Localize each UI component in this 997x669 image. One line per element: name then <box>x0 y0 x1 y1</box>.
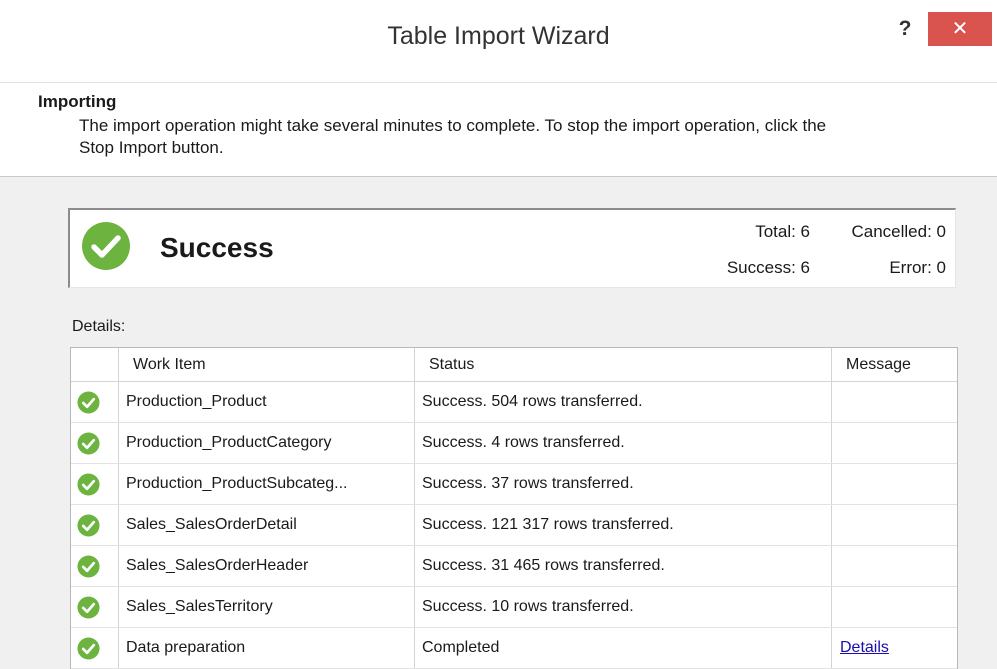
status-cell: Success. 4 rows transferred. <box>415 423 832 463</box>
check-circle-icon <box>77 391 100 414</box>
table-header: Work Item Status Message <box>71 348 957 382</box>
status-cell: Success. 121 317 rows transferred. <box>415 505 832 545</box>
table-body: Production_Product Success. 504 rows tran… <box>71 382 957 669</box>
header-description: The import operation might take several … <box>79 116 827 157</box>
message-cell: Details <box>832 628 957 668</box>
help-button[interactable]: ? <box>888 12 922 46</box>
row-status-cell <box>71 423 119 463</box>
check-circle-icon <box>77 473 100 496</box>
table-row[interactable]: Sales_SalesOrderHeader Success. 31 465 ro… <box>71 546 957 587</box>
title-bar: Table Import Wizard ? ✕ <box>0 0 997 82</box>
message-cell <box>832 587 957 627</box>
success-count: Success: 6 <box>726 258 810 277</box>
status-cell: Completed <box>415 628 832 668</box>
status-column-header[interactable]: Status <box>415 348 832 381</box>
table-row[interactable]: Production_Product Success. 504 rows tran… <box>71 382 957 423</box>
message-cell <box>832 546 957 586</box>
summary-status: Success <box>160 232 274 263</box>
details-label: Details: <box>72 318 126 335</box>
row-status-cell <box>71 546 119 586</box>
table-row[interactable]: Data preparation Completed Details <box>71 628 957 669</box>
details-table: Work Item Status Message Production_Prod… <box>70 347 958 669</box>
row-status-cell <box>71 464 119 504</box>
work-item-cell: Production_ProductSubcateg... <box>119 464 415 504</box>
status-cell: Success. 37 rows transferred. <box>415 464 832 504</box>
row-status-cell <box>71 587 119 627</box>
total-count: Total: 6 <box>755 222 810 241</box>
table-row[interactable]: Production_ProductCategory Success. 4 row… <box>71 423 957 464</box>
check-circle-icon <box>77 514 100 537</box>
check-circle-icon <box>82 222 130 270</box>
row-status-cell <box>71 505 119 545</box>
work-item-column-header[interactable]: Work Item <box>119 348 415 381</box>
table-row[interactable]: Sales_SalesOrderDetail Success. 121 317 r… <box>71 505 957 546</box>
work-item-cell: Production_Product <box>119 382 415 422</box>
status-cell: Success. 31 465 rows transferred. <box>415 546 832 586</box>
work-item-cell: Production_ProductCategory <box>119 423 415 463</box>
header-title: Importing <box>38 92 117 111</box>
work-item-cell: Data preparation <box>119 628 415 668</box>
check-circle-icon <box>77 432 100 455</box>
row-status-cell <box>71 382 119 422</box>
message-cell <box>832 423 957 463</box>
close-button[interactable]: ✕ <box>928 12 992 46</box>
table-row[interactable]: Production_ProductSubcateg... Success. 37… <box>71 464 957 505</box>
work-item-cell: Sales_SalesOrderHeader <box>119 546 415 586</box>
table-row[interactable]: Sales_SalesTerritory Success. 10 rows tra… <box>71 587 957 628</box>
message-column-header[interactable]: Message <box>832 348 957 381</box>
row-status-cell <box>71 628 119 668</box>
message-cell <box>832 382 957 422</box>
summary-panel: Success Total: 6 Cancelled: 0 Success: 6… <box>68 208 956 288</box>
icon-column-header[interactable] <box>71 348 119 381</box>
work-item-cell: Sales_SalesOrderDetail <box>119 505 415 545</box>
wizard-header: Importing The import operation might tak… <box>0 82 997 177</box>
error-count: Error: 0 <box>889 258 946 277</box>
message-cell <box>832 505 957 545</box>
work-item-cell: Sales_SalesTerritory <box>119 587 415 627</box>
check-circle-icon <box>77 596 100 619</box>
message-cell <box>832 464 957 504</box>
status-cell: Success. 504 rows transferred. <box>415 382 832 422</box>
check-circle-icon <box>77 555 100 578</box>
check-circle-icon <box>77 637 100 660</box>
details-link[interactable]: Details <box>840 639 889 657</box>
status-cell: Success. 10 rows transferred. <box>415 587 832 627</box>
cancelled-count: Cancelled: 0 <box>851 222 946 241</box>
window-title: Table Import Wizard <box>387 22 610 50</box>
